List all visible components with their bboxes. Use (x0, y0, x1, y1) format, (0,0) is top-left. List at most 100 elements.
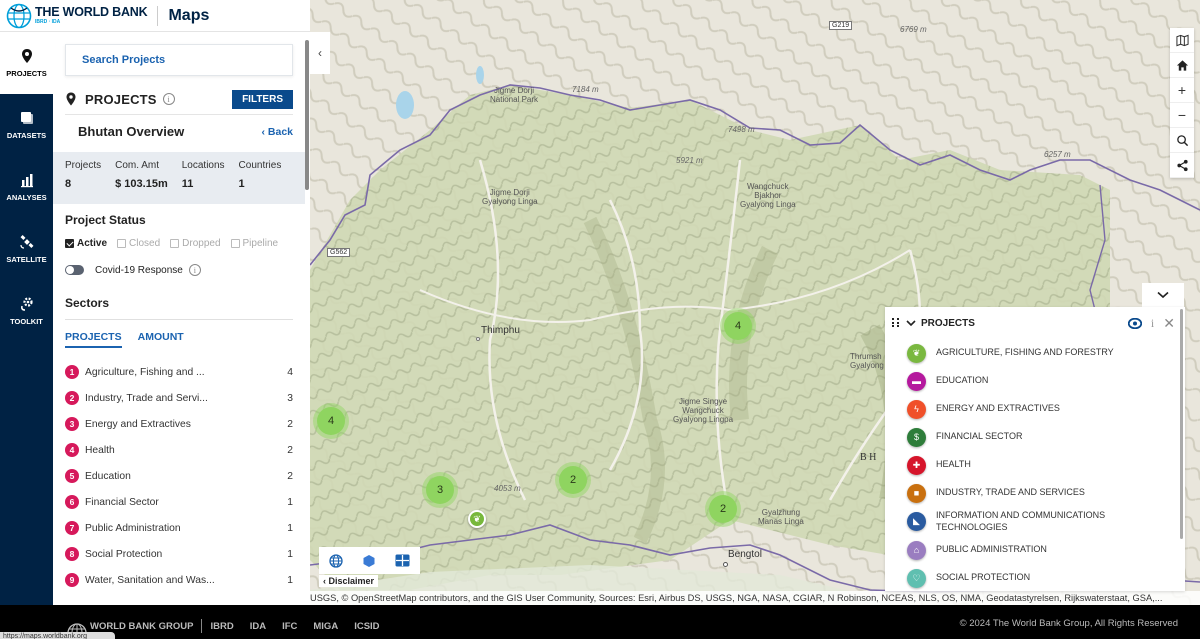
legend-item[interactable]: ❦ AGRICULTURE, FISHING AND FORESTRY (907, 339, 1185, 367)
sector-name: Public Administration (85, 522, 181, 534)
eye-icon[interactable] (1127, 317, 1142, 329)
disclaimer-toggle[interactable]: ‹ Disclaimer (319, 575, 379, 587)
filters-button[interactable]: FILTERS (232, 89, 293, 109)
search-icon (1176, 134, 1188, 146)
sector-list-item[interactable]: 1 Agriculture, Fishing and ... 4 (65, 359, 293, 385)
nav-item-datasets[interactable]: DATASETS (0, 94, 53, 156)
share-button[interactable] (1170, 153, 1194, 178)
map-view[interactable]: Jigme Dorji National Park Jigme Dorji Gy… (310, 0, 1200, 605)
legend-label: ENERGY AND EXTRACTIVES (936, 403, 1060, 414)
nav-item-analyses[interactable]: ANALYSES (0, 156, 53, 218)
legend-actions: i ✕ (1127, 315, 1175, 332)
sector-list-item[interactable]: 4 Health 2 (65, 437, 293, 463)
legend-item[interactable]: ✚ HEALTH (907, 451, 1185, 479)
sector-count: 3 (287, 392, 293, 404)
tab-projects[interactable]: PROJECTS (65, 331, 122, 348)
drag-handle-icon[interactable] (892, 318, 900, 328)
map-label-jigme-dorji-gyalyong-linga: Jigme Dorji Gyalyong Linga (482, 188, 538, 206)
minus-icon: − (1177, 107, 1187, 123)
brand-subtitle: IBRD · IDA (35, 18, 61, 25)
legend-label: AGRICULTURE, FISHING AND FORESTRY (936, 347, 1114, 358)
projects-title: PROJECTS (85, 91, 157, 107)
search-projects-input[interactable]: Search Projects (65, 44, 293, 76)
basemap-button[interactable] (1170, 28, 1194, 53)
tab-amount[interactable]: AMOUNT (138, 331, 184, 348)
project-cluster[interactable]: 4 (317, 407, 345, 435)
status-checkbox-closed[interactable]: Closed (117, 238, 160, 249)
info-icon[interactable]: i (1151, 316, 1154, 331)
legend-item[interactable]: ■ INDUSTRY, TRADE AND SERVICES (907, 479, 1185, 507)
sector-list-item[interactable]: 7 Public Administration 1 (65, 515, 293, 541)
nav-label-projects: PROJECTS (6, 69, 47, 78)
app-header: THE WORLD BANK IBRD · IDA Maps (0, 0, 310, 32)
satellite-dish-icon: ◣ (907, 512, 926, 531)
project-cluster[interactable]: 2 (559, 466, 587, 494)
sector-name: Energy and Extractives (85, 418, 191, 430)
agriculture-project-marker[interactable]: ❦ (468, 510, 486, 528)
project-cluster[interactable]: 3 (426, 476, 454, 504)
sector-list-item[interactable]: 8 Social Protection 1 (65, 541, 293, 567)
nav-item-projects[interactable]: PROJECTS (0, 32, 53, 94)
status-checkbox-dropped[interactable]: Dropped (170, 238, 221, 249)
footer-link-ida[interactable]: IDA (250, 621, 266, 632)
hexagon-view-button[interactable] (362, 554, 376, 568)
status-checkbox-active[interactable]: Active (65, 238, 107, 249)
back-link[interactable]: ‹ Back (261, 126, 293, 138)
covid-toggle[interactable] (65, 265, 84, 275)
footer-link-ifc[interactable]: IFC (282, 621, 297, 632)
sector-list-item[interactable]: 3 Energy and Extractives 2 (65, 411, 293, 437)
sector-list-item[interactable]: 6 Financial Sector 1 (65, 489, 293, 515)
info-icon[interactable]: i (162, 93, 175, 105)
legend-label: SOCIAL PROTECTION (936, 572, 1031, 583)
road-shield-g562: G562 (327, 248, 351, 257)
footer-link-miga[interactable]: MIGA (313, 621, 338, 632)
legend-header: PROJECTS i ✕ (885, 307, 1185, 339)
close-icon[interactable]: ✕ (1163, 315, 1175, 332)
book-icon: ▬ (907, 371, 926, 391)
bar-chart-icon (20, 174, 33, 188)
project-cluster[interactable]: 2 (709, 495, 737, 523)
checkbox-empty-icon (230, 239, 240, 248)
map-icon (1175, 34, 1189, 46)
sector-count: 1 (287, 548, 293, 560)
view-switcher (319, 547, 420, 574)
checkbox-label: Pipeline (242, 238, 279, 249)
footer-link-ibrd[interactable]: IBRD (210, 621, 233, 632)
status-checkbox-pipeline[interactable]: Pipeline (230, 238, 279, 249)
sector-rank-badge: 3 (65, 417, 79, 431)
nav-item-toolkit[interactable]: TOOLKIT (0, 280, 53, 342)
sector-list-item[interactable]: 9 Water, Sanitation and Was... 1 (65, 567, 293, 593)
dollar-icon: $ (907, 427, 926, 447)
search-map-button[interactable] (1170, 128, 1194, 153)
chevron-down-icon[interactable] (906, 319, 916, 327)
legend-scrollbar[interactable] (1180, 309, 1183, 539)
legend-item[interactable]: $ FINANCIAL SECTOR (907, 423, 1185, 451)
project-status-title: Project Status (65, 213, 146, 227)
legend-collapse-button[interactable] (1142, 283, 1184, 307)
legend-item[interactable]: ◣ INFORMATION AND COMMUNICATIONS TECHNOLO… (907, 507, 1185, 536)
sector-list-item[interactable]: 2 Industry, Trade and Servi... 3 (65, 385, 293, 411)
share-icon (1176, 159, 1188, 171)
nav-item-satellite[interactable]: SATELLITE (0, 218, 53, 280)
project-cluster[interactable]: 4 (724, 312, 752, 340)
zoom-out-button[interactable]: − (1170, 103, 1194, 128)
legend-label: HEALTH (936, 459, 971, 470)
stat-label: Countries (238, 160, 282, 171)
sector-rank-badge: 8 (65, 547, 79, 561)
footer-link-icsid[interactable]: ICSID (354, 621, 379, 632)
legend-item[interactable]: ♡ SOCIAL PROTECTION (907, 564, 1185, 591)
zoom-in-button[interactable]: + (1170, 78, 1194, 103)
legend-item[interactable]: ▬ EDUCATION (907, 367, 1185, 395)
sector-list-item[interactable]: 5 Education 2 (65, 463, 293, 489)
info-icon[interactable]: i (188, 264, 201, 276)
collapse-panel-button[interactable]: ‹ (310, 32, 330, 74)
globe-view-button[interactable] (329, 553, 343, 568)
panel-scrollbar[interactable] (305, 40, 309, 190)
brand-logo[interactable]: THE WORLD BANK IBRD · IDA (35, 6, 148, 25)
grid-view-button[interactable] (395, 554, 410, 567)
hexagon-icon (363, 554, 375, 567)
map-label-thimphu: Thimphu (481, 325, 520, 337)
legend-item[interactable]: ⌂ PUBLIC ADMINISTRATION (907, 536, 1185, 564)
home-button[interactable] (1170, 53, 1194, 78)
legend-item[interactable]: ϟ ENERGY AND EXTRACTIVES (907, 395, 1185, 423)
